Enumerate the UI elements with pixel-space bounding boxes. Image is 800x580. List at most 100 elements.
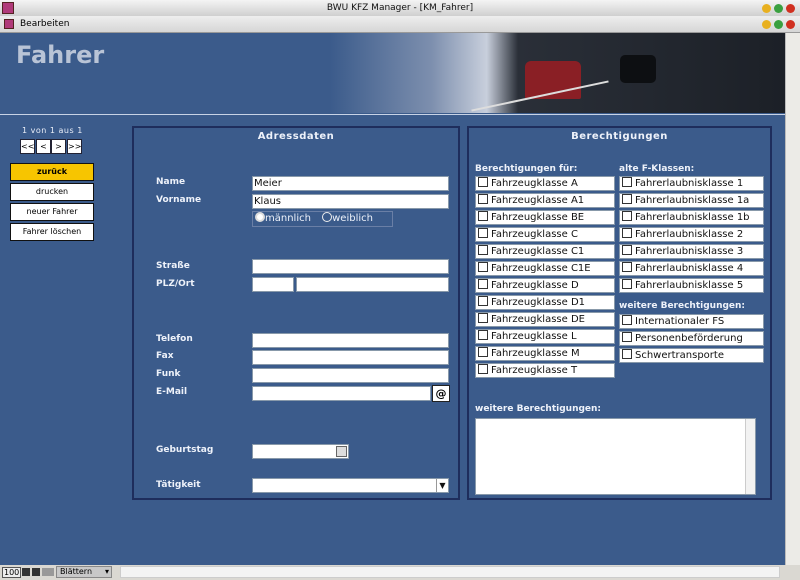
fahrerlaubnisklasse-checkbox[interactable]: Fahrerlaubnisklasse 3 xyxy=(619,244,764,259)
layout-icon[interactable] xyxy=(42,568,54,576)
vorname-input[interactable]: Klaus xyxy=(252,194,449,209)
checkbox-box[interactable] xyxy=(478,364,488,374)
fahrer-loeschen-button[interactable]: Fahrer löschen xyxy=(10,223,94,241)
fahrerlaubnisklasse-checkbox[interactable]: Fahrerlaubnisklasse 1b xyxy=(619,210,764,225)
fahrerlaubnisklasse-checkbox[interactable]: Fahrerlaubnisklasse 1a xyxy=(619,193,764,208)
zoom-out-icon[interactable] xyxy=(22,568,30,576)
fahrzeugklasse-checkbox[interactable]: Fahrzeugklasse A xyxy=(475,176,615,191)
fahrzeugklasse-checkbox[interactable]: Fahrzeugklasse C1 xyxy=(475,244,615,259)
notes-scrollbar[interactable] xyxy=(745,419,755,494)
checkbox-label: Fahrerlaubnisklasse 1 xyxy=(635,178,744,189)
maennlich-label: männlich xyxy=(265,213,311,224)
checkbox-box[interactable] xyxy=(622,177,632,187)
chevron-down-icon[interactable]: ▼ xyxy=(436,479,448,492)
weitere-berechtigung-checkbox[interactable]: Personenbeförderung xyxy=(619,331,764,346)
checkbox-box[interactable] xyxy=(478,262,488,272)
fahrzeugklasse-checkbox[interactable]: Fahrzeugklasse T xyxy=(475,363,615,378)
mode-select[interactable]: Blättern ▾ xyxy=(56,566,112,578)
minimize-icon[interactable] xyxy=(762,4,771,13)
checkbox-box[interactable] xyxy=(478,245,488,255)
checkbox-box[interactable] xyxy=(478,194,488,204)
checkbox-box[interactable] xyxy=(622,349,632,359)
checkbox-box[interactable] xyxy=(622,262,632,272)
fahrerlaubnisklasse-checkbox[interactable]: Fahrerlaubnisklasse 5 xyxy=(619,278,764,293)
prev-record-button[interactable]: < xyxy=(36,139,51,154)
doc-minimize-icon[interactable] xyxy=(762,20,771,29)
name-input[interactable]: Meier xyxy=(252,176,449,191)
email-input[interactable] xyxy=(252,386,431,401)
calendar-icon[interactable] xyxy=(336,446,347,457)
checkbox-box[interactable] xyxy=(478,279,488,289)
vertical-scrollbar[interactable] xyxy=(785,33,800,565)
next-record-button[interactable]: > xyxy=(51,139,66,154)
doc-maximize-icon[interactable] xyxy=(774,20,783,29)
vorname-label: Vorname xyxy=(156,195,202,205)
fahrzeugklasse-checkbox[interactable]: Fahrzeugklasse C xyxy=(475,227,615,242)
notes-textarea[interactable] xyxy=(475,418,756,495)
checkbox-box[interactable] xyxy=(478,228,488,238)
funk-input[interactable] xyxy=(252,368,449,383)
checkbox-label: Fahrerlaubnisklasse 1b xyxy=(635,212,750,223)
title-bar: BWU KFZ Manager - [KM_Fahrer] xyxy=(0,0,800,16)
checkbox-box[interactable] xyxy=(622,194,632,204)
car-image-2 xyxy=(620,55,656,83)
last-record-button[interactable]: >> xyxy=(67,139,82,154)
fax-input[interactable] xyxy=(252,350,449,365)
checkbox-label: Fahrzeugklasse L xyxy=(491,331,577,342)
fahrerlaubnisklasse-checkbox[interactable]: Fahrerlaubnisklasse 1 xyxy=(619,176,764,191)
checkbox-box[interactable] xyxy=(622,332,632,342)
mode-chevron-icon: ▾ xyxy=(104,567,109,576)
checkbox-label: Fahrerlaubnisklasse 5 xyxy=(635,280,744,291)
maximize-icon[interactable] xyxy=(774,4,783,13)
telefon-input[interactable] xyxy=(252,333,449,348)
fahrzeugklasse-checkbox[interactable]: Fahrzeugklasse DE xyxy=(475,312,615,327)
checkbox-box[interactable] xyxy=(478,330,488,340)
horizontal-scrollbar[interactable] xyxy=(120,566,780,578)
checkbox-box[interactable] xyxy=(478,347,488,357)
checkbox-box[interactable] xyxy=(478,296,488,306)
fahrzeugklasse-checkbox[interactable]: Fahrzeugklasse BE xyxy=(475,210,615,225)
strasse-input[interactable] xyxy=(252,259,449,274)
fahrerlaubnisklasse-checkbox[interactable]: Fahrerlaubnisklasse 4 xyxy=(619,261,764,276)
menu-bearbeiten[interactable]: Bearbeiten xyxy=(20,16,69,33)
header-divider xyxy=(0,114,785,115)
checkbox-box[interactable] xyxy=(622,228,632,238)
fahrzeugklasse-checkbox[interactable]: Fahrzeugklasse M xyxy=(475,346,615,361)
weiblich-radio[interactable] xyxy=(322,212,333,222)
checkbox-box[interactable] xyxy=(478,211,488,221)
checkbox-box[interactable] xyxy=(622,211,632,221)
zoom-level[interactable]: 100 xyxy=(2,567,22,578)
fahrzeugklasse-checkbox[interactable]: Fahrzeugklasse D1 xyxy=(475,295,615,310)
checkbox-box[interactable] xyxy=(622,245,632,255)
first-record-button[interactable]: << xyxy=(20,139,35,154)
telefon-label: Telefon xyxy=(156,334,193,344)
fahrzeugklasse-checkbox[interactable]: Fahrzeugklasse A1 xyxy=(475,193,615,208)
taetigkeit-select[interactable]: ▼ xyxy=(252,478,449,493)
zoom-in-icon[interactable] xyxy=(32,568,40,576)
close-icon[interactable] xyxy=(786,4,795,13)
checkbox-box[interactable] xyxy=(478,177,488,187)
fahrzeugklasse-checkbox[interactable]: Fahrzeugklasse D xyxy=(475,278,615,293)
geburtstag-input[interactable] xyxy=(252,444,349,459)
email-send-button[interactable]: @ xyxy=(432,385,450,402)
plz-input[interactable] xyxy=(252,277,294,292)
neuer-fahrer-button[interactable]: neuer Fahrer xyxy=(10,203,94,221)
weitere-berechtigung-checkbox[interactable]: Schwertransporte xyxy=(619,348,764,363)
checkbox-box[interactable] xyxy=(622,315,632,325)
zurueck-button[interactable]: zurück xyxy=(10,163,94,181)
weitere-berechtigung-checkbox[interactable]: Internationaler FS xyxy=(619,314,764,329)
window-title: BWU KFZ Manager - [KM_Fahrer] xyxy=(326,3,474,13)
drucken-button[interactable]: drucken xyxy=(10,183,94,201)
maennlich-radio[interactable] xyxy=(255,212,265,222)
record-info: 1 von 1 aus 1 xyxy=(22,126,83,135)
fahrerlaubnisklasse-checkbox[interactable]: Fahrerlaubnisklasse 2 xyxy=(619,227,764,242)
checkbox-label: Personenbeförderung xyxy=(635,333,743,344)
checkbox-label: Fahrzeugklasse T xyxy=(491,365,578,376)
ort-input[interactable] xyxy=(296,277,449,292)
fahrzeugklasse-checkbox[interactable]: Fahrzeugklasse L xyxy=(475,329,615,344)
checkbox-box[interactable] xyxy=(478,313,488,323)
col2-label: alte F-Klassen: xyxy=(619,164,695,174)
fahrzeugklasse-checkbox[interactable]: Fahrzeugklasse C1E xyxy=(475,261,615,276)
checkbox-box[interactable] xyxy=(622,279,632,289)
doc-close-icon[interactable] xyxy=(786,20,795,29)
